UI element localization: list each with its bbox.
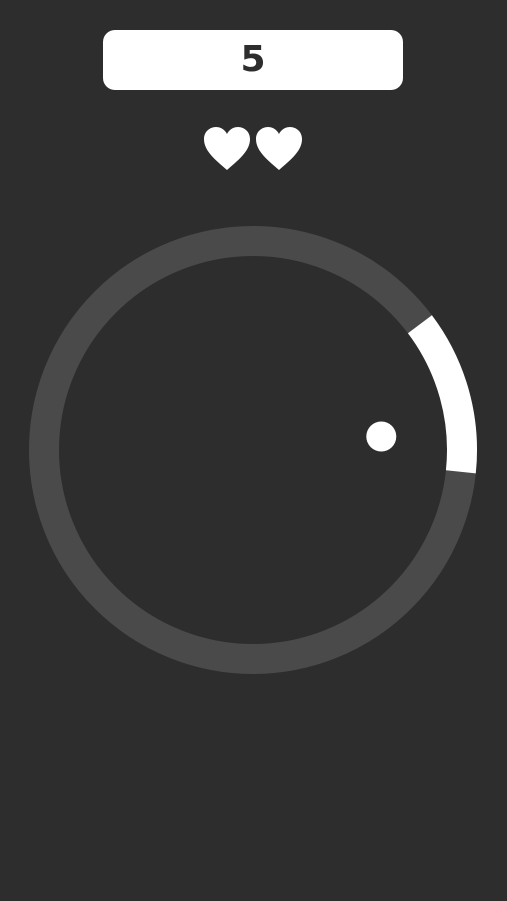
- ball: [366, 421, 397, 452]
- target-zone: [407, 315, 477, 474]
- ring-track: [29, 226, 477, 674]
- game-screen[interactable]: 5: [0, 0, 507, 901]
- game-field[interactable]: [0, 0, 507, 901]
